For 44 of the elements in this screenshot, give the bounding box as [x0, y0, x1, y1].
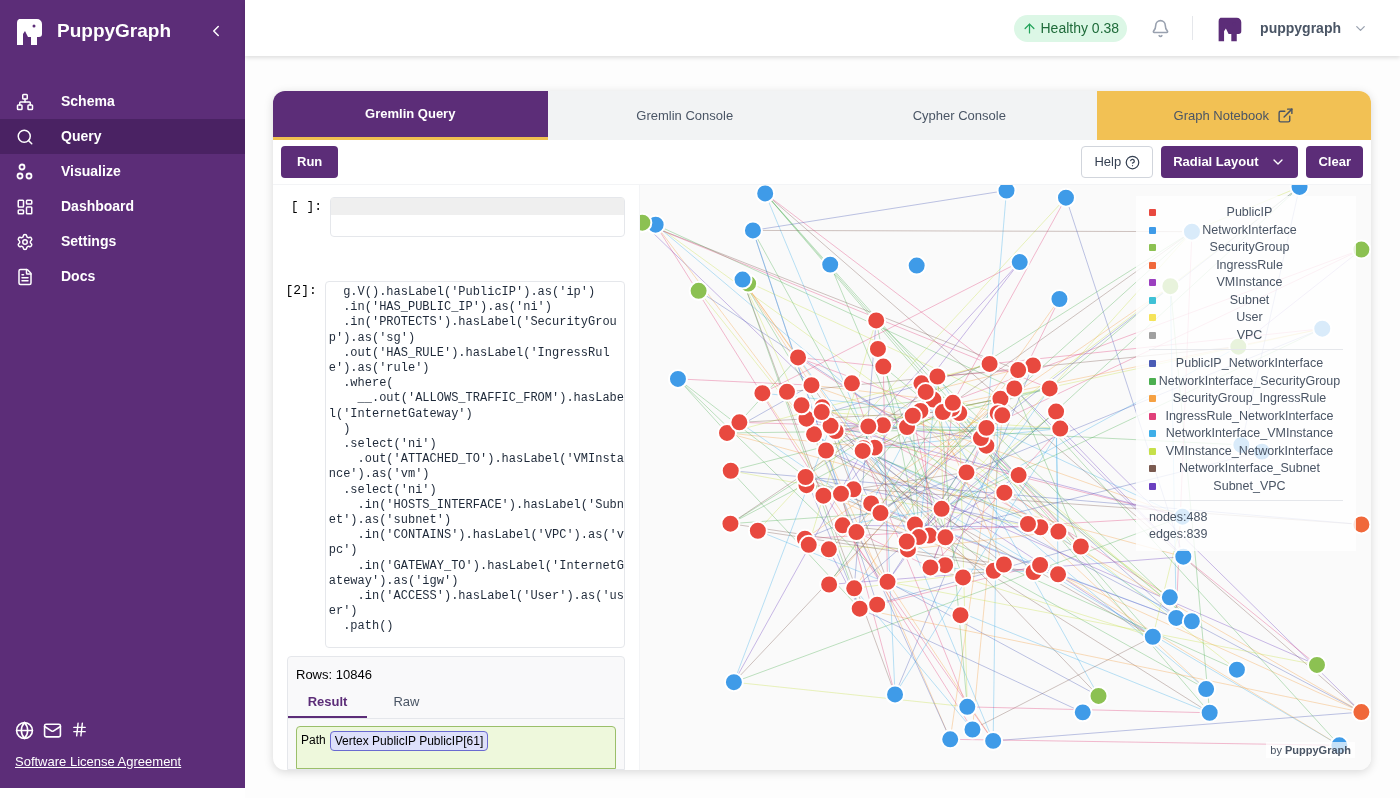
help-button[interactable]: Help — [1081, 146, 1154, 178]
health-badge: Healthy 0.38 — [1013, 14, 1128, 42]
legend-label: NetworkInterface_SecurityGroup — [1157, 372, 1342, 390]
node-count: nodes:488 — [1149, 509, 1209, 526]
legend-label: NetworkInterface — [1201, 221, 1298, 239]
legend-label: Subnet_VPC — [1212, 477, 1287, 495]
run-button[interactable]: Run — [281, 146, 339, 178]
brand-name: PuppyGraph — [57, 18, 171, 43]
legend-label: VMInstance_NetworkInterface — [1164, 442, 1335, 460]
legend-label: SecurityGroup — [1208, 239, 1291, 257]
license-link[interactable]: Software License Agreement — [15, 754, 182, 769]
tab[interactable]: Cypher Console — [822, 91, 1097, 140]
nav-item[interactable]: Query — [0, 119, 245, 154]
tab[interactable]: Gremlin Console — [547, 91, 822, 140]
nav-item[interactable]: Schema — [0, 84, 245, 119]
nav-item[interactable]: Dashboard — [0, 189, 245, 224]
edge-count: edges:839 — [1149, 526, 1209, 543]
tab[interactable]: Gremlin Query — [273, 91, 548, 140]
nav-item[interactable]: Docs — [0, 259, 245, 294]
cell-prompt: [ ]: — [289, 198, 323, 216]
nav-item[interactable]: Visualize — [0, 154, 245, 189]
legend-label: NetworkInterface_Subnet — [1177, 460, 1322, 478]
vertex-chip[interactable]: Vertex PublicIP PublicIP[61] — [329, 730, 489, 751]
legend-label: User — [1235, 309, 1264, 327]
legend-label: VPC — [1235, 326, 1264, 344]
cell-prompt: [2]: — [284, 282, 318, 300]
path-label: Path — [301, 731, 326, 749]
legend-label: PublicIP — [1225, 204, 1274, 222]
legend-label: VMInstance — [1215, 274, 1284, 292]
user-name[interactable]: puppygraph — [1260, 17, 1341, 39]
code-block[interactable]: g.V().hasLabel('PublicIP').as('ip') .in('HAS_PUBLIC_IP').as('ni') .in('PROTECTS').hasLabel('SecurityGrou p').as('sg') .out('HAS_RULE').hasLabel('IngressRul e').as('rule') .where( __.out('ALLOWS_TRAFFIC_FROM').hasLabe l('InternetGateway') ) .select('ni') .out('ATTACHED_TO').hasLabel('VMInsta nce').as('vm') .select('ni') .in('HOSTS_INTERFACE').hasLabel('Subn et').as('subnet') .in('CONTAINS').hasLabel('VPC').as('v pc') .in('GATEWAY_TO').hasLabel('InternetG ateway').as('igw') .in('ACCESS').hasLabel('User').as('us er') .path() — [324, 281, 625, 648]
layout-dropdown[interactable]: Radial Layout — [1161, 146, 1299, 178]
result-tab[interactable]: Raw — [367, 688, 446, 718]
legend-label: IngressRule_NetworkInterface — [1164, 407, 1335, 425]
tab[interactable]: Graph Notebook — [1096, 91, 1371, 140]
legend-label: IngressRule — [1215, 256, 1284, 274]
result-tab[interactable]: Result — [288, 688, 367, 718]
nav-item[interactable]: Settings — [0, 224, 245, 259]
row-count: Rows: 10846 — [295, 665, 373, 684]
clear-button[interactable]: Clear — [1306, 146, 1363, 178]
legend-label: Subnet — [1228, 291, 1271, 309]
legend-label: PublicIP_NetworkInterface — [1174, 355, 1325, 373]
legend-label: NetworkInterface_VMInstance — [1164, 425, 1335, 443]
legend-label: SecurityGroup_IngressRule — [1171, 390, 1328, 408]
